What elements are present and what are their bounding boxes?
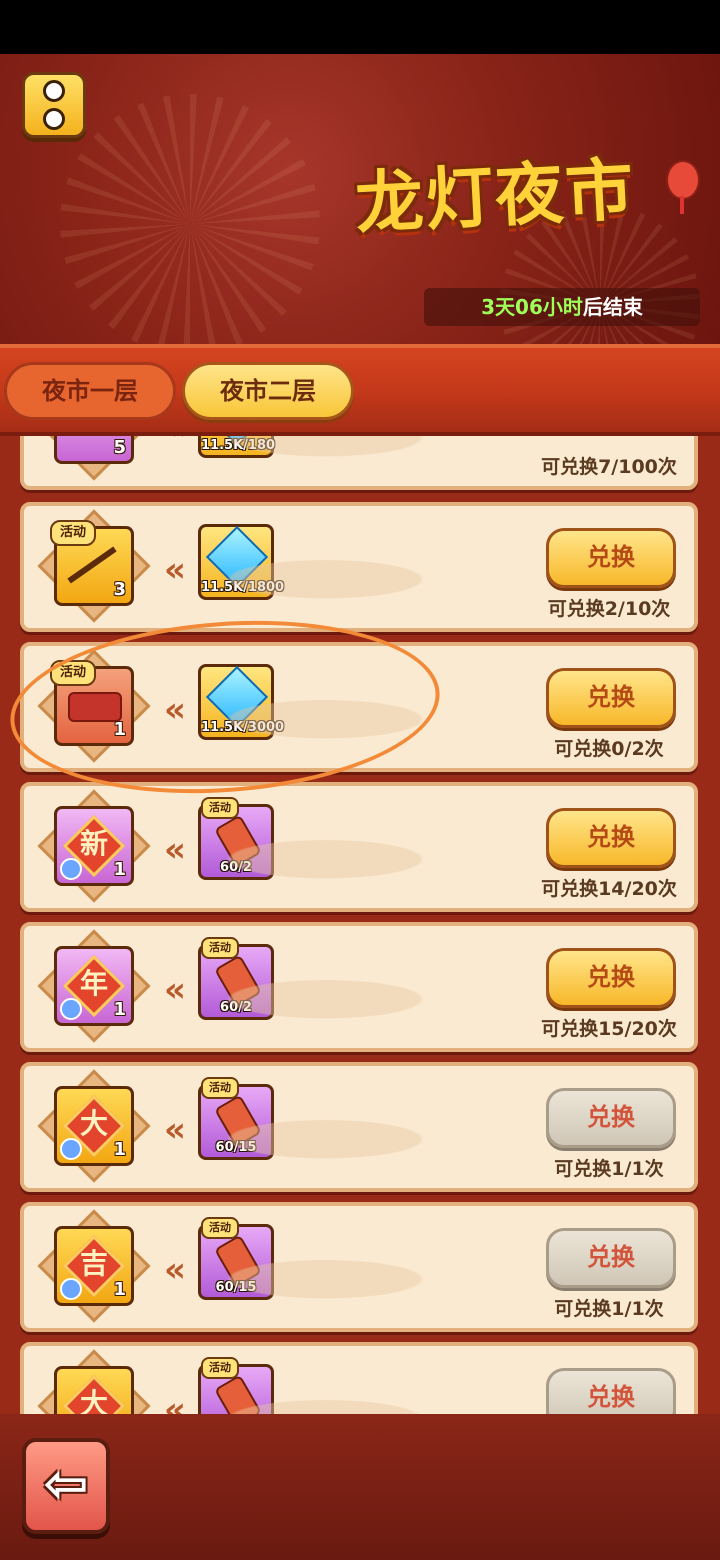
status-bar: [0, 0, 720, 54]
cost-label: 60/15: [215, 1140, 257, 1155]
cost-label: 11.5K/1800: [201, 580, 285, 595]
exchange-row: 年 1 « 活动 60/2 兑换 可兑换15/20次: [20, 922, 698, 1052]
exchange-row: 大 1 « 活动 60/15 兑换 可兑换1/1次: [20, 1062, 698, 1192]
event-tag: 活动: [201, 1077, 239, 1099]
lantern-icon: [666, 160, 700, 200]
exchange-arrow-icon: «: [164, 436, 186, 448]
event-countdown: 3天06小时后结束: [424, 288, 700, 326]
exchange-button[interactable]: 兑换: [546, 528, 676, 588]
event-tag: 活动: [201, 1357, 239, 1379]
event-title: 龙灯夜市: [353, 149, 638, 245]
character-card: 吉: [79, 1247, 108, 1280]
exchange-button[interactable]: 兑换: [546, 948, 676, 1008]
prize-frame: 活动 3: [37, 509, 151, 623]
exchange-row: 大 « 活动 兑换: [20, 1342, 698, 1414]
prize-frame: 年 1: [37, 929, 151, 1043]
countdown-days: 3天: [481, 295, 516, 319]
exchange-limit: 可兑换7/100次: [541, 456, 677, 478]
cost-item: 活动 60/2: [198, 937, 274, 1020]
character-card: 大: [79, 1387, 108, 1414]
prize-count: 3: [113, 579, 126, 600]
prize-count: 5: [113, 437, 126, 458]
prize-frame: 新 1: [37, 789, 151, 903]
exchange-arrow-icon: «: [164, 1250, 186, 1290]
cost-label: 60/2: [220, 1000, 252, 1015]
tab-night-market-floor-2[interactable]: 夜市二层: [182, 362, 354, 420]
exchange-arrow-icon: «: [164, 970, 186, 1010]
cost-label: 60/2: [220, 860, 252, 875]
firecracker-icon: [214, 1374, 262, 1414]
event-tag: 活动: [201, 937, 239, 959]
character-card: 年: [79, 967, 108, 1000]
character-card: 大: [79, 1107, 108, 1140]
left-arrow-icon: ⇦: [43, 1452, 89, 1515]
cost-item: 11.5K/1800: [198, 524, 285, 600]
exchange-button[interactable]: 兑换: [546, 1368, 676, 1414]
exchange-limit: 可兑换0/2次: [554, 738, 664, 760]
character-card: 新: [79, 827, 108, 860]
prize-frame: 5: [37, 436, 151, 481]
exchange-button[interactable]: 兑换: [546, 1088, 676, 1148]
exchange-limit: 可兑换1/1次: [554, 1298, 664, 1320]
prize-frame: 大 1: [37, 1069, 151, 1183]
exchange-arrow-icon: «: [164, 830, 186, 870]
cost-item: 活动 60/15: [198, 1217, 274, 1300]
exchange-list[interactable]: 5 « 11.5K/180 可兑换7/100次 活动 3 « 11.5K/180…: [0, 436, 720, 1414]
countdown-suffix: 后结束: [582, 295, 643, 319]
floor-tabs: 夜市一层 夜市二层: [0, 344, 720, 436]
settings-button[interactable]: [22, 72, 86, 138]
exchange-button[interactable]: 兑换: [546, 668, 676, 728]
exchange-arrow-icon: «: [164, 550, 186, 590]
cost-label: 60/15: [215, 1280, 257, 1295]
countdown-hours: 06小时: [515, 295, 583, 319]
prize-frame: 大: [37, 1349, 151, 1414]
event-tag: 活动: [201, 797, 239, 819]
exchange-limit: 可兑换2/10次: [547, 598, 671, 620]
exchange-arrow-icon: «: [164, 1390, 186, 1414]
exchange-row: 新 1 « 活动 60/2 兑换 可兑换14/20次: [20, 782, 698, 912]
cost-item: 11.5K/180: [198, 436, 276, 458]
event-tag: 活动: [201, 1217, 239, 1239]
exchange-button[interactable]: 兑换: [546, 808, 676, 868]
lantern-tassel: [680, 196, 684, 214]
cost-item: 活动 60/15: [198, 1077, 274, 1160]
exchange-limit: 可兑换15/20次: [541, 1018, 677, 1040]
firework-decoration: [60, 94, 320, 344]
back-button[interactable]: ⇦: [22, 1438, 110, 1534]
exchange-row: 活动 3 « 11.5K/1800 兑换 可兑换2/10次: [20, 502, 698, 632]
exchange-arrow-icon: «: [164, 1110, 186, 1150]
exchange-row: 5 « 11.5K/180 可兑换7/100次: [20, 436, 698, 490]
gem-icon: [205, 525, 269, 589]
settings-dot-icon: [43, 80, 65, 102]
tab-night-market-floor-1[interactable]: 夜市一层: [4, 362, 176, 420]
cost-label: 11.5K/180: [201, 438, 276, 453]
exchange-limit: 可兑换14/20次: [541, 878, 677, 900]
exchange-row: 吉 1 « 活动 60/15 兑换 可兑换1/1次: [20, 1202, 698, 1332]
cost-item: 活动: [198, 1357, 274, 1414]
event-tag: 活动: [50, 520, 97, 546]
exchange-button[interactable]: 兑换: [546, 1228, 676, 1288]
exchange-limit: 可兑换1/1次: [554, 1158, 664, 1180]
cost-item: 活动 60/2: [198, 797, 274, 880]
settings-dot-icon: [43, 108, 65, 130]
prize-frame: 吉 1: [37, 1209, 151, 1323]
